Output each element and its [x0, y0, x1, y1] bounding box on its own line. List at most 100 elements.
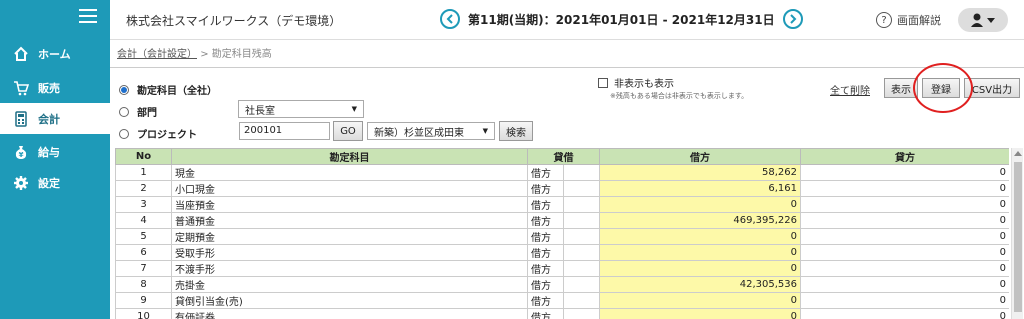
- sidebar-item-home[interactable]: ホーム: [0, 38, 110, 69]
- row-side-spacer: [563, 196, 600, 213]
- row-account-name: 有価証券: [171, 308, 528, 319]
- table-row: 5 定期預金 借方 0 0: [115, 228, 1009, 245]
- sidebar-item-label: 販売: [38, 81, 60, 95]
- table-row: 3 当座預金 借方 0 0: [115, 196, 1009, 213]
- row-no: 5: [115, 228, 172, 245]
- table-row: 2 小口現金 借方 6,161 0: [115, 180, 1009, 197]
- table-row: 6 受取手形 借方 0 0: [115, 244, 1009, 261]
- radio-button[interactable]: [119, 84, 129, 95]
- breadcrumb-link-accounting-settings[interactable]: 会計（会計設定）: [117, 49, 197, 60]
- project-select[interactable]: 新築）杉並区成田東 ▼: [367, 122, 495, 140]
- row-side-spacer: [563, 308, 600, 319]
- row-side-spacer: [563, 180, 600, 197]
- radio-account-all[interactable]: 勘定科目（全社）: [119, 82, 217, 97]
- row-side: 借方: [527, 164, 564, 181]
- row-side: 借方: [527, 308, 564, 319]
- calculator-icon: [13, 110, 29, 127]
- row-account-name: 普通預金: [171, 212, 528, 229]
- cart-icon: [13, 80, 29, 96]
- delete-all-link[interactable]: 全て削除: [830, 82, 870, 97]
- show-hidden-toggle[interactable]: 非表示も表示: [598, 75, 674, 90]
- register-button[interactable]: 登録: [922, 78, 960, 98]
- project-selected-value: 新築）杉並区成田東: [374, 127, 464, 139]
- csv-export-button[interactable]: CSV出力: [964, 78, 1020, 98]
- row-side-spacer: [563, 244, 600, 261]
- scroll-up-arrow-icon[interactable]: [1014, 151, 1022, 156]
- top-header: 株式会社スマイルワークス（デモ環境） 第11期(当期)：2021年01月01日 …: [110, 0, 1024, 40]
- display-button[interactable]: 表示: [884, 78, 918, 98]
- row-debit: 0: [599, 308, 801, 319]
- row-no: 7: [115, 260, 172, 277]
- user-menu-button[interactable]: [958, 8, 1008, 32]
- row-credit: 0: [800, 292, 1009, 309]
- department-select[interactable]: 社長室 ▼: [238, 100, 364, 118]
- row-no: 10: [115, 308, 172, 319]
- row-credit: 0: [800, 276, 1009, 293]
- row-debit: 0: [599, 260, 801, 277]
- sidebar-item-label: ホーム: [38, 47, 71, 61]
- row-side: 借方: [527, 244, 564, 261]
- row-debit: 6,161: [599, 180, 801, 197]
- row-no: 2: [115, 180, 172, 197]
- header-side: 貸借: [527, 148, 600, 165]
- search-button[interactable]: 検索: [499, 121, 533, 141]
- radio-project[interactable]: プロジェクト: [119, 126, 197, 141]
- row-side: 借方: [527, 212, 564, 229]
- previous-period-button[interactable]: [440, 9, 460, 29]
- sidebar-item-settings[interactable]: 設定: [0, 167, 110, 198]
- row-account-name: 定期預金: [171, 228, 528, 245]
- breadcrumb-separator: >: [200, 49, 209, 60]
- sidebar-item-label: 給与: [38, 145, 60, 159]
- row-debit: 42,305,536: [599, 276, 801, 293]
- sidebar-item-accounting[interactable]: 会計: [0, 103, 110, 134]
- breadcrumb: 会計（会計設定） > 勘定科目残高: [117, 45, 272, 60]
- department-selected-value: 社長室: [245, 105, 275, 117]
- table-row: 1 現金 借方 58,262 0: [115, 164, 1009, 181]
- period-navigation: 第11期(当期)：2021年01月01日 - 2021年12月31日: [440, 9, 803, 29]
- hamburger-menu-icon[interactable]: [79, 9, 97, 23]
- table-header-row: No 勘定科目 貸借 借方 貸方: [115, 148, 1009, 165]
- dropdown-arrow-icon: ▼: [351, 105, 357, 113]
- row-credit: 0: [800, 212, 1009, 229]
- row-no: 6: [115, 244, 172, 261]
- row-side: 借方: [527, 260, 564, 277]
- row-credit: 0: [800, 228, 1009, 245]
- row-account-name: 貸倒引当金(売): [171, 292, 528, 309]
- period-label: 第11期(当期)：2021年01月01日 - 2021年12月31日: [468, 12, 775, 27]
- show-hidden-checkbox[interactable]: [598, 77, 608, 88]
- sidebar-item-sales[interactable]: 販売: [0, 72, 110, 103]
- table-row: 9 貸倒引当金(売) 借方 0 0: [115, 292, 1009, 309]
- go-button[interactable]: GO: [333, 121, 363, 141]
- radio-button[interactable]: [119, 128, 129, 139]
- table-scrollbar[interactable]: [1011, 148, 1023, 319]
- row-debit: 0: [599, 196, 801, 213]
- radio-label: 勘定科目（全社）: [137, 86, 217, 97]
- row-side: 借方: [527, 228, 564, 245]
- money-bag-icon: ¥: [13, 144, 29, 160]
- row-side-spacer: [563, 260, 600, 277]
- next-period-button[interactable]: [782, 9, 803, 29]
- breadcrumb-current: 勘定科目残高: [211, 49, 272, 60]
- radio-label: プロジェクト: [137, 130, 197, 141]
- dropdown-arrow-icon: ▼: [482, 127, 488, 135]
- radio-button[interactable]: [119, 106, 129, 117]
- help-label: 画面解説: [897, 14, 941, 27]
- project-code-input[interactable]: 200101: [239, 122, 330, 140]
- sidebar-item-payroll[interactable]: ¥ 給与: [0, 136, 110, 167]
- hidden-note: ※残高もある場合は非表示でも表示します。: [610, 92, 749, 100]
- row-no: 1: [115, 164, 172, 181]
- scroll-thumb[interactable]: [1014, 162, 1022, 312]
- header-debit: 借方: [599, 148, 801, 165]
- radio-department[interactable]: 部門: [119, 104, 157, 119]
- row-credit: 0: [800, 308, 1009, 319]
- header-credit: 貸方: [800, 148, 1009, 165]
- row-account-name: 当座預金: [171, 196, 528, 213]
- row-account-name: 受取手形: [171, 244, 528, 261]
- row-side-spacer: [563, 228, 600, 245]
- gear-icon: [13, 175, 29, 191]
- help-button[interactable]: ? 画面解説: [876, 12, 941, 28]
- row-account-name: 現金: [171, 164, 528, 181]
- sidebar-item-label: 設定: [38, 176, 60, 190]
- row-debit: 0: [599, 292, 801, 309]
- row-no: 4: [115, 212, 172, 229]
